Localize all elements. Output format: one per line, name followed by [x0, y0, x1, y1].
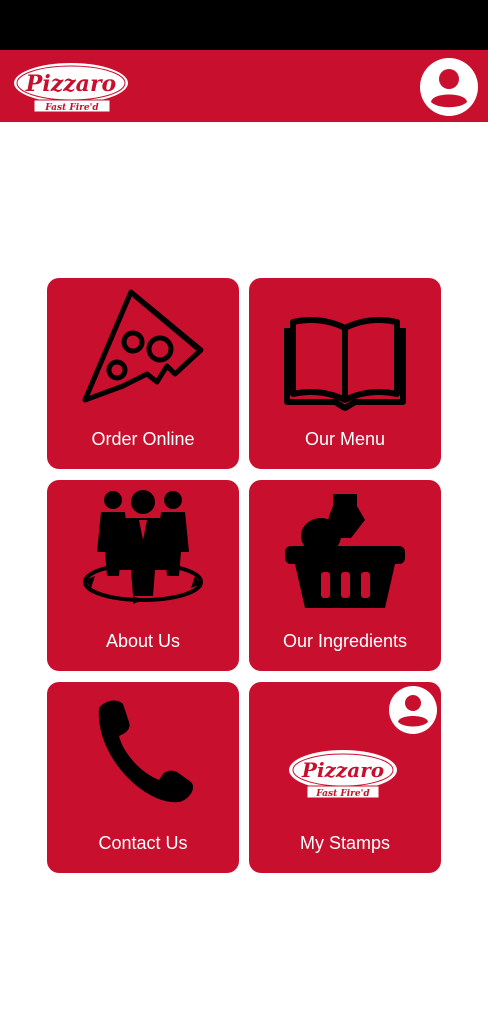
- user-avatar-icon: [398, 695, 428, 727]
- svg-text:Fast Fire'd: Fast Fire'd: [315, 789, 370, 799]
- tile-our-ingredients[interactable]: Our Ingredients: [249, 480, 441, 671]
- tile-label: About Us: [105, 631, 181, 651]
- tile-my-stamps[interactable]: Pizzaro Fast Fire'd My Stamps: [249, 682, 441, 873]
- tile-our-menu[interactable]: Our Menu: [249, 278, 441, 469]
- tile-about-us[interactable]: About Us: [47, 480, 239, 671]
- tile-label: My Stamps: [299, 833, 391, 853]
- profile-button[interactable]: [420, 58, 478, 116]
- app-header: Pizzaro Fast Fire'd: [0, 50, 488, 122]
- tile-contact-us[interactable]: Contact Us: [47, 682, 239, 873]
- svg-text:Pizzaro: Pizzaro: [25, 71, 116, 97]
- status-bar: [0, 0, 488, 50]
- svg-text:Pizzaro: Pizzaro: [301, 758, 384, 782]
- user-avatar-icon: [431, 69, 467, 108]
- team-people-icon: [83, 490, 203, 604]
- tile-label: Our Menu: [304, 429, 386, 449]
- header-logo[interactable]: Pizzaro Fast Fire'd: [10, 59, 132, 113]
- grocery-basket-icon: [285, 494, 405, 608]
- open-book-icon: [284, 317, 406, 411]
- tile-order-online[interactable]: Order Online: [47, 278, 239, 469]
- tile-label: Our Ingredients: [282, 631, 408, 651]
- pizza-slice-icon: [82, 289, 204, 403]
- svg-text:Fast Fire'd: Fast Fire'd: [44, 103, 99, 113]
- phone-handset-icon: [98, 700, 194, 803]
- stamps-profile-badge: [389, 686, 437, 734]
- tile-label: Contact Us: [98, 833, 188, 853]
- tile-label: Order Online: [91, 429, 195, 449]
